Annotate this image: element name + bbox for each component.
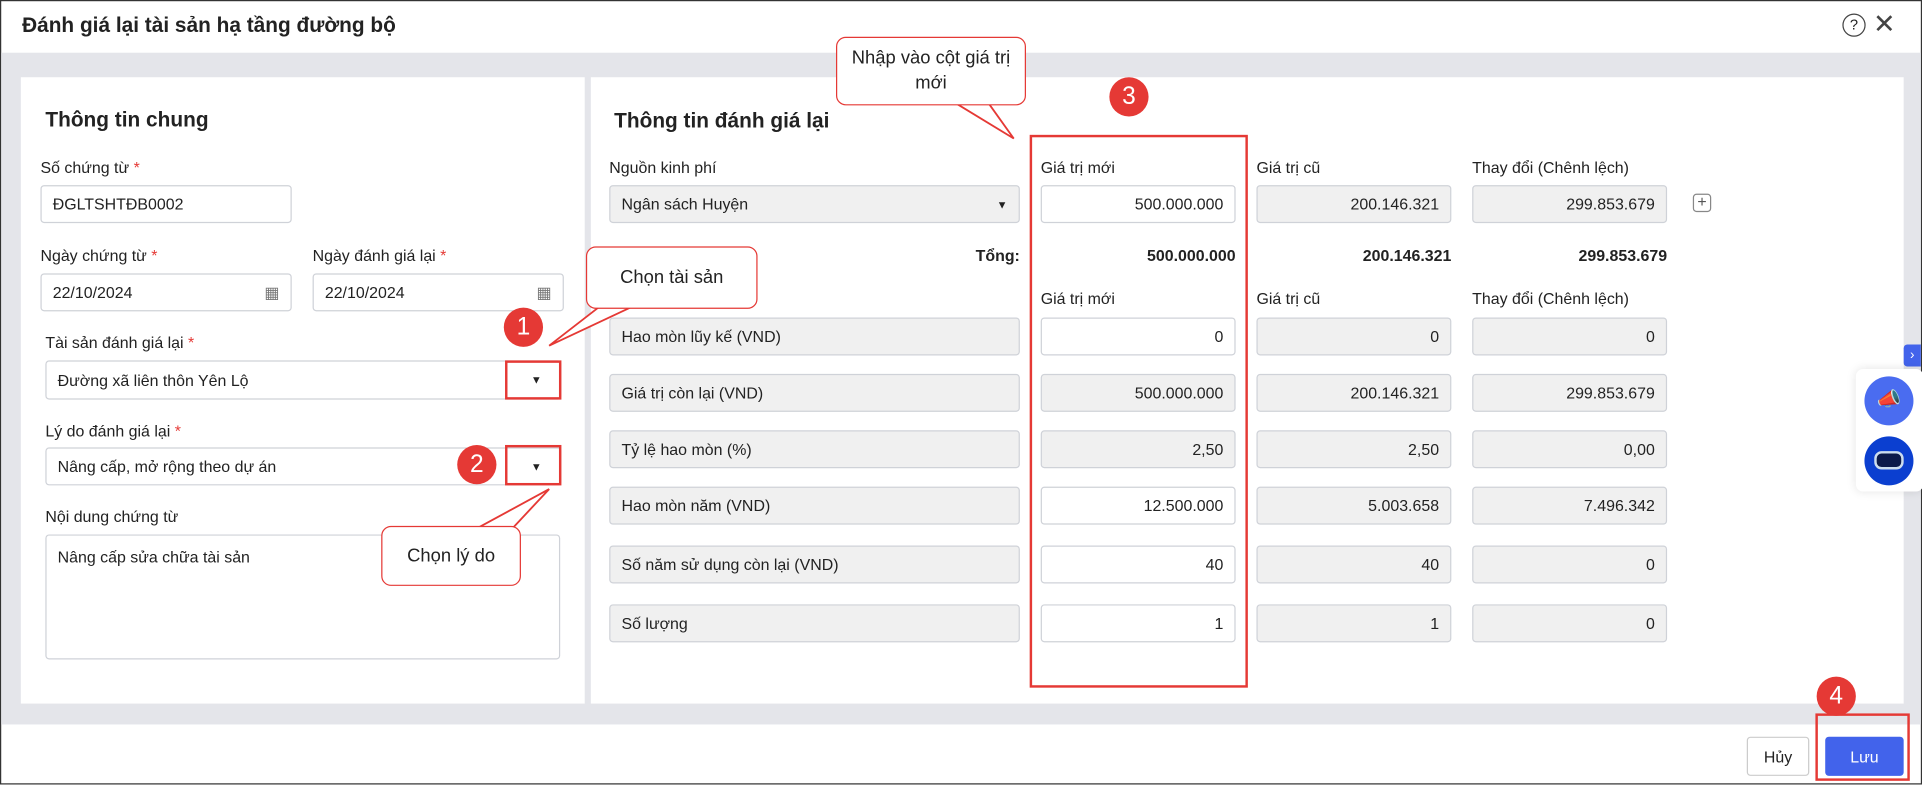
highlight-asset-dropdown bbox=[505, 360, 562, 400]
highlight-reason-dropdown bbox=[505, 444, 562, 486]
callout-enter-new-value: Nhập vào cột giá trị mới bbox=[835, 36, 1026, 106]
step-badge-1: 1 bbox=[503, 307, 544, 347]
step-badge-2: 2 bbox=[457, 444, 497, 485]
step-badge-4: 4 bbox=[1816, 676, 1856, 716]
annotation-tails bbox=[478, 103, 1015, 528]
highlight-save-button bbox=[1815, 713, 1910, 781]
callout-choose-reason: Chọn lý do bbox=[381, 525, 521, 586]
callout-choose-asset: Chọn tài sản bbox=[585, 246, 758, 309]
highlight-new-value-column bbox=[1029, 134, 1248, 688]
step-badge-3: 3 bbox=[1109, 77, 1149, 117]
